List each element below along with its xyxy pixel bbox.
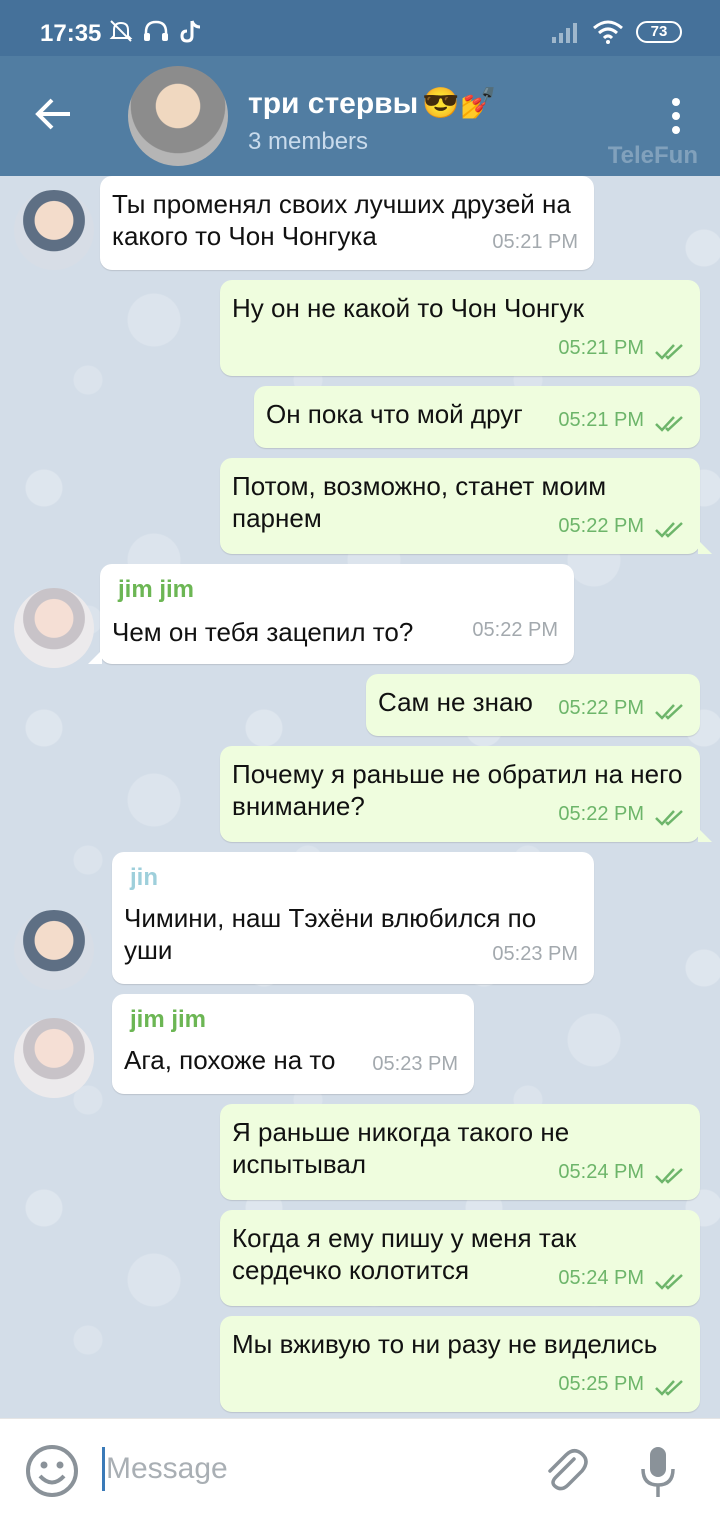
message-time: 05:22 PM: [558, 803, 644, 825]
message-bubble-incoming[interactable]: jin Чимини, наш Тэхёни влюбился по уши 0…: [112, 852, 594, 984]
double-check-icon: [655, 810, 683, 826]
message-time: 05:21 PM: [492, 231, 578, 253]
message-bubble-outgoing[interactable]: Сам не знаю 05:22 PM: [366, 674, 700, 736]
message-time: 05:22 PM: [558, 697, 644, 719]
group-avatar[interactable]: [128, 66, 228, 166]
avatar[interactable]: [14, 588, 94, 668]
group-title-text: три стервы: [248, 86, 419, 120]
chat-area[interactable]: Ты променял своих лучших друзей на каког…: [0, 176, 720, 1418]
message-bubble-incoming[interactable]: jim jim Чем он тебя зацепил то? 05:22 PM: [100, 564, 574, 664]
chat-header: три стервы 😎💅 3 members TeleFun: [0, 56, 720, 176]
message-time: 05:23 PM: [372, 1053, 458, 1075]
message-text: Ну он не какой то Чон Чонгук: [232, 293, 585, 323]
message-bubble-outgoing[interactable]: Почему я раньше не обратил на него внима…: [220, 746, 700, 842]
sender-name[interactable]: jim jim: [118, 574, 194, 606]
message-time: 05:24 PM: [558, 1161, 644, 1183]
back-arrow-icon[interactable]: [30, 90, 78, 138]
headphones-icon: [144, 20, 168, 41]
double-check-icon: [655, 1168, 683, 1184]
watermark: TeleFun: [607, 142, 698, 169]
signal-icon: [552, 23, 577, 43]
message-time: 05:21 PM: [558, 337, 644, 359]
message-input-bar: [0, 1418, 720, 1520]
bubble-tail: [698, 540, 712, 554]
double-check-icon: [655, 704, 683, 720]
message-time: 05:21 PM: [558, 409, 644, 431]
status-bar: 17:35 73: [0, 0, 720, 56]
emoji-icon[interactable]: [24, 1443, 80, 1499]
sender-name[interactable]: jim jim: [130, 1004, 206, 1036]
microphone-icon[interactable]: [638, 1443, 678, 1499]
message-bubble-outgoing[interactable]: Я раньше никогда такого не испытывал 05:…: [220, 1104, 700, 1200]
attach-icon[interactable]: [540, 1445, 590, 1495]
group-title[interactable]: три стервы 😎💅: [248, 86, 497, 121]
message-bubble-outgoing[interactable]: Потом, возможно, станет моим парнем 05:2…: [220, 458, 700, 554]
mute-icon: [109, 20, 133, 42]
message-time: 05:22 PM: [558, 515, 644, 537]
avatar[interactable]: [14, 1018, 94, 1098]
group-title-emojis: 😎💅: [422, 87, 497, 120]
message-text: Мы вживую то ни разу не виделись: [232, 1329, 658, 1359]
message-time: 05:23 PM: [492, 943, 578, 965]
double-check-icon: [655, 344, 683, 360]
double-check-icon: [655, 1380, 683, 1396]
bubble-tail: [698, 828, 712, 842]
message-time: 05:22 PM: [472, 619, 558, 641]
message-bubble-incoming[interactable]: Ты променял своих лучших друзей на каког…: [100, 176, 594, 270]
avatar[interactable]: [14, 910, 94, 990]
double-check-icon: [655, 1274, 683, 1290]
tiktok-icon: [180, 20, 201, 43]
more-options-icon[interactable]: [660, 94, 692, 138]
double-check-icon: [655, 416, 683, 432]
message-bubble-outgoing[interactable]: Он пока что мой друг 05:21 PM: [254, 386, 700, 448]
members-count: 3 members: [248, 128, 369, 155]
double-check-icon: [655, 522, 683, 538]
message-time: 05:25 PM: [558, 1373, 644, 1395]
text-cursor: [102, 1447, 105, 1491]
wifi-icon: [593, 20, 623, 44]
battery-icon: 73: [636, 21, 682, 43]
status-time: 17:35: [40, 20, 102, 47]
message-bubble-outgoing[interactable]: Мы вживую то ни разу не виделись 05:25 P…: [220, 1316, 700, 1412]
avatar[interactable]: [14, 190, 94, 270]
message-time: 05:24 PM: [558, 1267, 644, 1289]
message-bubble-incoming[interactable]: jim jim Ага, похоже на то 05:23 PM: [112, 994, 474, 1094]
message-input[interactable]: [106, 1443, 506, 1495]
sender-name[interactable]: jin: [130, 862, 158, 894]
message-bubble-outgoing[interactable]: Когда я ему пишу у меня так сердечко кол…: [220, 1210, 700, 1306]
message-bubble-outgoing[interactable]: Ну он не какой то Чон Чонгук 05:21 PM: [220, 280, 700, 376]
